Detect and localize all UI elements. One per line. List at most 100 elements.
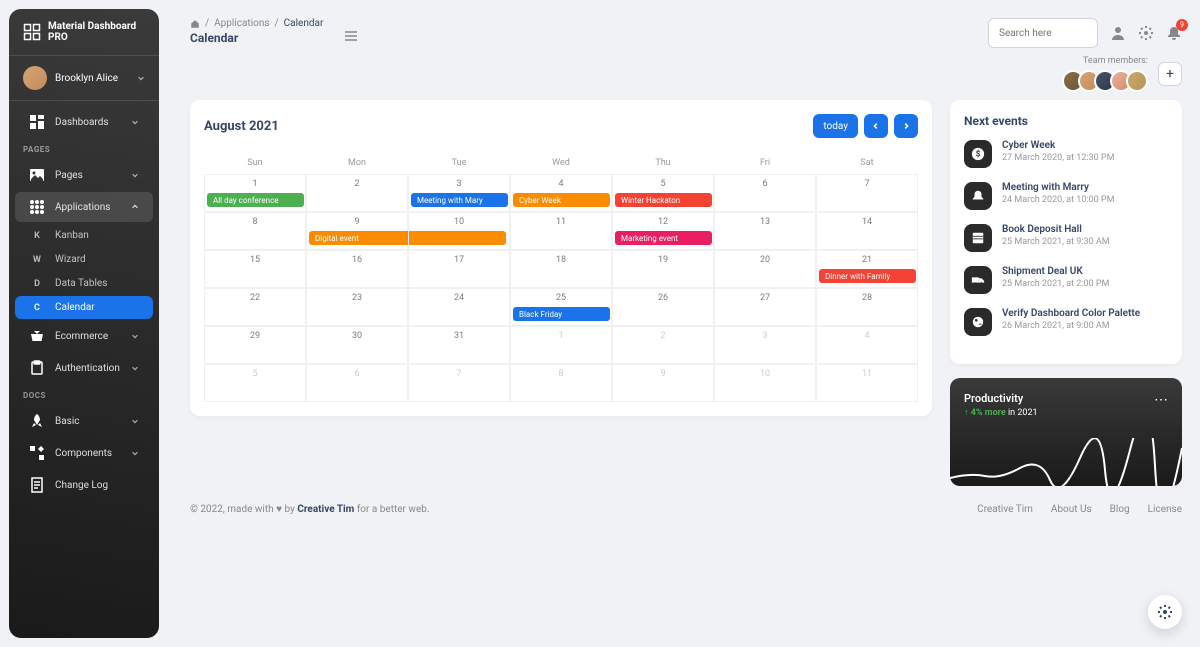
- footer-link[interactable]: Creative Tim: [977, 504, 1033, 515]
- bell-icon[interactable]: 9: [1166, 25, 1182, 41]
- nav-components[interactable]: Components: [15, 438, 153, 468]
- calendar-cell[interactable]: 16: [306, 250, 408, 288]
- calendar-cell[interactable]: 2: [306, 174, 408, 212]
- productivity-card: Productivity ↑ 4% more in 2021 ⋯: [950, 378, 1182, 486]
- team-avatar[interactable]: [1126, 70, 1148, 92]
- calendar-cell[interactable]: 9: [612, 364, 714, 402]
- subnav-wizard[interactable]: W Wizard: [15, 248, 153, 271]
- nav-label: Dashboards: [55, 117, 121, 128]
- calendar-cell[interactable]: 24: [408, 288, 510, 326]
- subnav-data-tables[interactable]: D Data Tables: [15, 272, 153, 295]
- more-icon[interactable]: ⋯: [1154, 392, 1168, 408]
- calendar-cell[interactable]: 27: [714, 288, 816, 326]
- calendar-cell[interactable]: 21Dinner with Family: [816, 250, 918, 288]
- calendar-event[interactable]: Winter Hackaton: [615, 193, 712, 207]
- footer-link[interactable]: About Us: [1051, 504, 1092, 515]
- event-row[interactable]: $Cyber Week27 March 2020, at 12:30 PM: [964, 140, 1168, 168]
- search-input[interactable]: [988, 18, 1098, 48]
- calendar-event[interactable]: Cyber Week: [513, 193, 610, 207]
- calendar-cell[interactable]: 4: [816, 326, 918, 364]
- day-number: 29: [205, 327, 305, 341]
- next-button[interactable]: [894, 114, 918, 138]
- subnav-calendar[interactable]: C Calendar: [15, 296, 153, 319]
- footer-link[interactable]: Blog: [1110, 504, 1130, 515]
- calendar-cell[interactable]: 7: [408, 364, 510, 402]
- calendar-cell[interactable]: 25Black Friday: [510, 288, 612, 326]
- nav-label: Ecommerce: [55, 331, 121, 342]
- calendar-cell[interactable]: 13: [714, 212, 816, 250]
- calendar-cell[interactable]: 19: [612, 250, 714, 288]
- calendar-cell[interactable]: 28: [816, 288, 918, 326]
- calendar-event[interactable]: Meeting with Mary: [411, 193, 508, 207]
- event-icon: $: [964, 140, 992, 168]
- user-row[interactable]: Brooklyn Alice: [9, 56, 159, 101]
- calendar-cell[interactable]: 10: [714, 364, 816, 402]
- event-icon: [964, 266, 992, 294]
- nav-changelog[interactable]: Change Log: [15, 470, 153, 500]
- calendar-cell[interactable]: 5Winter Hackaton: [612, 174, 714, 212]
- footer-link[interactable]: License: [1148, 504, 1182, 515]
- calendar-cell[interactable]: 1All day conference: [204, 174, 306, 212]
- nav-authentication[interactable]: Authentication: [15, 353, 153, 383]
- subnav-kanban[interactable]: K Kanban: [15, 224, 153, 247]
- nav-dashboards[interactable]: Dashboards: [15, 107, 153, 137]
- calendar-cell[interactable]: 5: [204, 364, 306, 402]
- calendar-cell[interactable]: 30: [306, 326, 408, 364]
- breadcrumb-applications[interactable]: Applications: [214, 18, 269, 29]
- nav-basic[interactable]: Basic: [15, 406, 153, 436]
- calendar-cell[interactable]: 18: [510, 250, 612, 288]
- calendar-cell[interactable]: 14: [816, 212, 918, 250]
- event-row[interactable]: Meeting with Marry24 March 2020, at 10:0…: [964, 182, 1168, 210]
- calendar-cell[interactable]: 8: [510, 364, 612, 402]
- calendar-cell[interactable]: 8: [204, 212, 306, 250]
- event-row[interactable]: Shipment Deal UK25 March 2021, at 2:00 P…: [964, 266, 1168, 294]
- nav-ecommerce[interactable]: Ecommerce: [15, 321, 153, 351]
- calendar-cell[interactable]: 6: [306, 364, 408, 402]
- nav-applications[interactable]: Applications: [15, 192, 153, 222]
- calendar-cell[interactable]: 11: [510, 212, 612, 250]
- event-row[interactable]: Book Deposit Hall25 March 2021, at 9:30 …: [964, 224, 1168, 252]
- event-row[interactable]: Verify Dashboard Color Palette26 March 2…: [964, 308, 1168, 336]
- calendar-event[interactable]: Marketing event: [615, 231, 712, 245]
- calendar-cell[interactable]: 17: [408, 250, 510, 288]
- calendar-cell[interactable]: 3: [714, 326, 816, 364]
- calendar-cell[interactable]: 12 Marketing event: [612, 212, 714, 250]
- settings-fab[interactable]: [1148, 595, 1182, 629]
- day-number: 22: [205, 289, 305, 303]
- calendar-event[interactable]: All day conference: [207, 193, 304, 207]
- calendar-cell[interactable]: 2: [612, 326, 714, 364]
- home-icon[interactable]: [190, 19, 200, 29]
- widgets-icon: [29, 445, 45, 461]
- calendar-cell[interactable]: 10: [408, 212, 510, 250]
- calendar-event[interactable]: Black Friday: [513, 307, 610, 321]
- calendar-event[interactable]: Dinner with Family: [819, 269, 916, 283]
- calendar-cell[interactable]: 26: [612, 288, 714, 326]
- nav-pages[interactable]: Pages: [15, 160, 153, 190]
- calendar-cell[interactable]: 7: [816, 174, 918, 212]
- calendar-cell[interactable]: 9Digital event: [306, 212, 408, 250]
- calendar-cell[interactable]: 20: [714, 250, 816, 288]
- breadcrumb-current: Calendar: [284, 18, 324, 29]
- account-icon[interactable]: [1110, 25, 1126, 41]
- calendar-cell[interactable]: 15: [204, 250, 306, 288]
- calendar-cell[interactable]: 29: [204, 326, 306, 364]
- add-member-button[interactable]: +: [1158, 62, 1182, 86]
- calendar-cell[interactable]: 3Meeting with Mary: [408, 174, 510, 212]
- day-number: 12: [613, 213, 713, 227]
- today-button[interactable]: today: [813, 114, 858, 138]
- breadcrumb: / Applications / Calendar: [190, 18, 323, 29]
- prev-button[interactable]: [864, 114, 888, 138]
- calendar-cell[interactable]: 1: [510, 326, 612, 364]
- calendar-cell[interactable]: 6: [714, 174, 816, 212]
- day-number: 9: [307, 213, 407, 227]
- calendar-cell[interactable]: 4Cyber Week: [510, 174, 612, 212]
- calendar-cell[interactable]: 22: [204, 288, 306, 326]
- footer-author[interactable]: Creative Tim: [297, 504, 354, 515]
- calendar-cell[interactable]: 31: [408, 326, 510, 364]
- section-pages: PAGES: [9, 139, 159, 158]
- menu-toggle-icon[interactable]: [343, 28, 359, 44]
- day-of-week: Wed: [510, 152, 612, 174]
- gear-icon[interactable]: [1138, 25, 1154, 41]
- calendar-cell[interactable]: 23: [306, 288, 408, 326]
- calendar-cell[interactable]: 11: [816, 364, 918, 402]
